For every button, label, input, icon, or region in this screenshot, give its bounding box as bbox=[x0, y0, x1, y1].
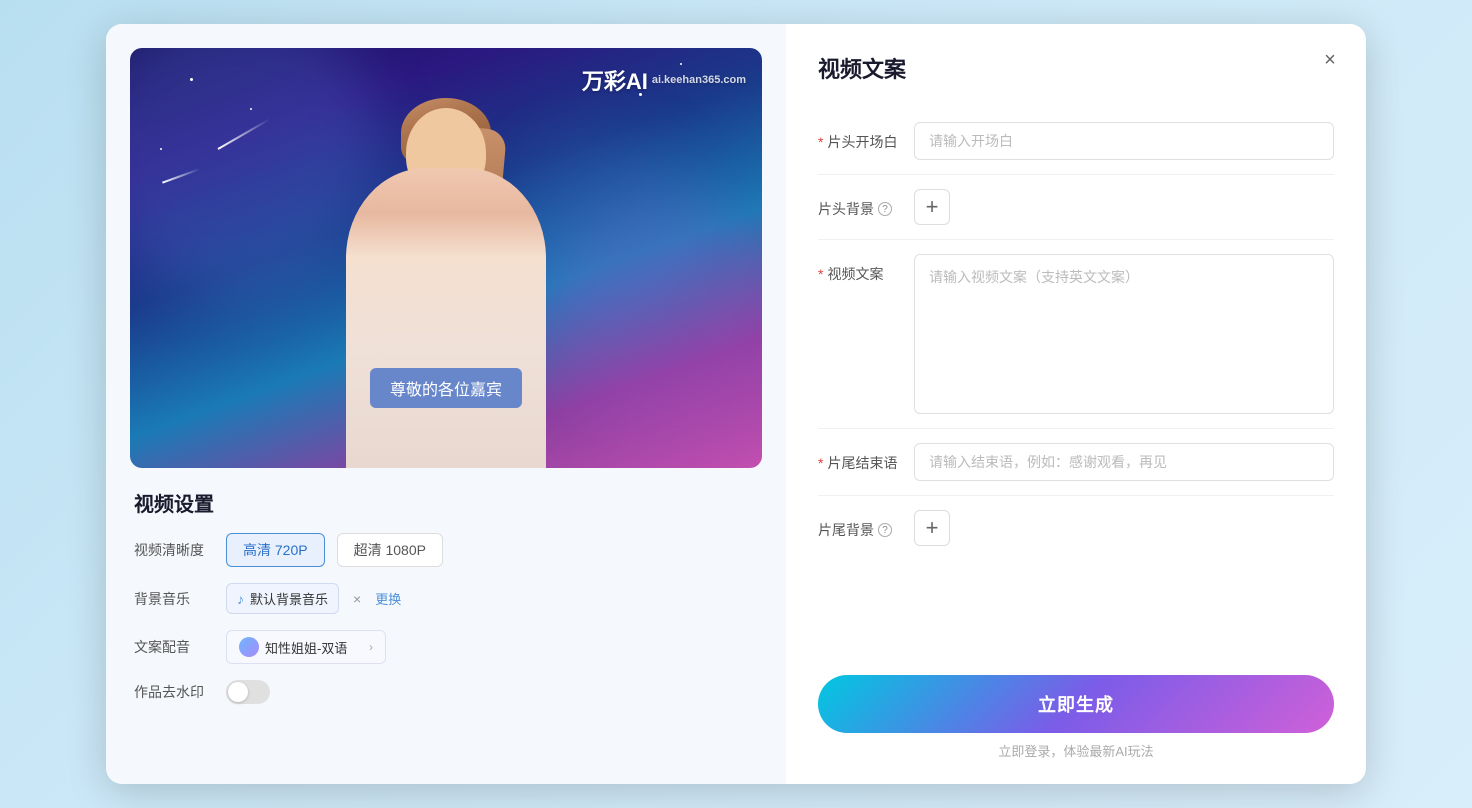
music-row: 背景音乐 ♪ 默认背景音乐 × 更换 bbox=[134, 583, 758, 614]
star-5 bbox=[160, 148, 162, 150]
watermark-site: ai.keehan365.com bbox=[652, 74, 746, 86]
quality-row: 视频清晰度 高清 720P 超清 1080P bbox=[134, 533, 758, 567]
main-modal: 万彩AI ai.keehan365.com 尊敬的各位嘉宾 视频设置 视频清晰度… bbox=[106, 24, 1366, 784]
video-copy-textarea[interactable] bbox=[914, 254, 1334, 414]
music-remove-btn[interactable]: × bbox=[351, 591, 363, 607]
opening-label: * 片头开场白 bbox=[818, 122, 898, 152]
ending-required-star: * bbox=[818, 455, 823, 471]
subtitle-bar: 尊敬的各位嘉宾 bbox=[370, 368, 522, 408]
modal-overlay: 万彩AI ai.keehan365.com 尊敬的各位嘉宾 视频设置 视频清晰度… bbox=[0, 0, 1472, 808]
ending-input[interactable] bbox=[914, 443, 1334, 481]
tail-bg-label: 片尾背景 ? bbox=[818, 510, 898, 540]
voice-row: 文案配音 知性姐姐-双语 › bbox=[134, 630, 758, 664]
opening-required-star: * bbox=[818, 134, 823, 150]
toggle-knob bbox=[228, 682, 248, 702]
char-body bbox=[346, 168, 546, 468]
voice-name: 知性姐姐-双语 bbox=[265, 638, 347, 657]
subtitle-text: 尊敬的各位嘉宾 bbox=[390, 382, 502, 399]
header-bg-add-btn[interactable]: + bbox=[914, 189, 950, 225]
video-copy-row: * 视频文案 bbox=[818, 240, 1334, 429]
header-bg-row: 片头背景 ? + bbox=[818, 175, 1334, 240]
right-panel: × 视频文案 * 片头开场白 片头背景 ? + bbox=[786, 24, 1366, 784]
settings-title: 视频设置 bbox=[134, 488, 758, 517]
tail-bg-row: 片尾背景 ? + bbox=[818, 496, 1334, 560]
music-label: 背景音乐 bbox=[134, 589, 214, 609]
character-figure bbox=[326, 128, 566, 468]
quality-1080p-btn[interactable]: 超清 1080P bbox=[337, 533, 443, 567]
video-copy-label: * 视频文案 bbox=[818, 254, 898, 284]
ending-label: * 片尾结束语 bbox=[818, 443, 898, 473]
watermark-toggle-label: 作品去水印 bbox=[134, 682, 214, 702]
generate-button[interactable]: 立即生成 bbox=[818, 675, 1334, 733]
music-icon: ♪ bbox=[237, 591, 244, 607]
header-bg-help-icon[interactable]: ? bbox=[878, 202, 892, 216]
voice-avatar bbox=[239, 637, 259, 657]
star-2 bbox=[250, 108, 252, 110]
panel-title: 视频文案 bbox=[818, 52, 1334, 84]
close-button[interactable]: × bbox=[1314, 44, 1346, 76]
star-1 bbox=[190, 78, 193, 81]
quality-720p-btn[interactable]: 高清 720P bbox=[226, 533, 325, 567]
tail-bg-help-icon[interactable]: ? bbox=[878, 523, 892, 537]
music-change-btn[interactable]: 更换 bbox=[375, 589, 401, 608]
music-name: 默认背景音乐 bbox=[250, 589, 328, 608]
opening-row: * 片头开场白 bbox=[818, 108, 1334, 175]
watermark-brand: 万彩AI bbox=[582, 64, 648, 96]
voice-label: 文案配音 bbox=[134, 637, 214, 657]
watermark-toggle-row: 作品去水印 bbox=[134, 680, 758, 704]
opening-input[interactable] bbox=[914, 122, 1334, 160]
form-section: * 片头开场白 片头背景 ? + * bbox=[818, 108, 1334, 659]
header-bg-label: 片头背景 ? bbox=[818, 189, 898, 219]
left-panel: 万彩AI ai.keehan365.com 尊敬的各位嘉宾 视频设置 视频清晰度… bbox=[106, 24, 786, 784]
ending-row: * 片尾结束语 bbox=[818, 429, 1334, 496]
watermark: 万彩AI ai.keehan365.com bbox=[582, 64, 746, 96]
video-preview: 万彩AI ai.keehan365.com 尊敬的各位嘉宾 bbox=[130, 48, 762, 468]
voice-selector[interactable]: 知性姐姐-双语 › bbox=[226, 630, 386, 664]
video-settings: 视频设置 视频清晰度 高清 720P 超清 1080P 背景音乐 ♪ 默认背景音… bbox=[130, 488, 762, 720]
watermark-toggle[interactable] bbox=[226, 680, 270, 704]
chevron-right-icon: › bbox=[369, 640, 373, 654]
video-copy-required-star: * bbox=[818, 266, 823, 282]
quality-label: 视频清晰度 bbox=[134, 540, 214, 560]
music-tag: ♪ 默认背景音乐 bbox=[226, 583, 339, 614]
login-hint: 立即登录，体验最新AI玩法 bbox=[818, 741, 1334, 760]
tail-bg-add-btn[interactable]: + bbox=[914, 510, 950, 546]
